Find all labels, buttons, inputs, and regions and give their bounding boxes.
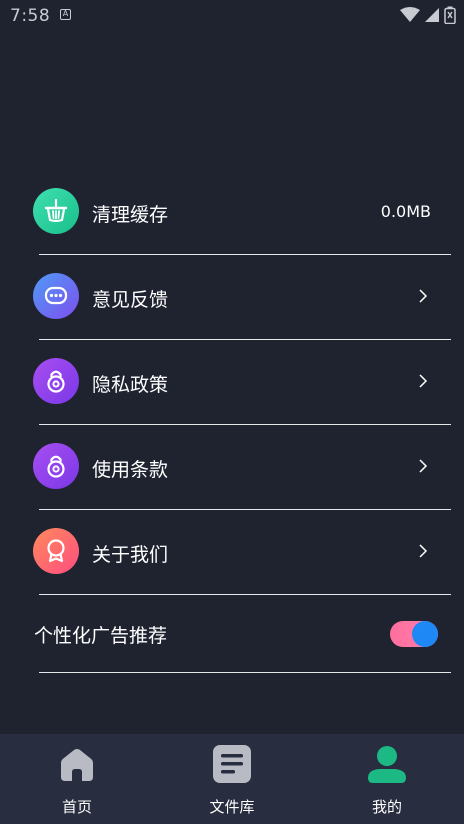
menu-item-about-us[interactable]: 关于我们 xyxy=(0,510,464,595)
screen: 7:58 A 清理缓存 0.0MB 意见反馈 隐私政策 使用条款 关于我们 个性… xyxy=(0,0,464,824)
nav-label: 我的 xyxy=(371,798,402,816)
broom-basket-icon xyxy=(33,188,79,234)
menu-item-label: 隐私政策 xyxy=(92,374,169,396)
chevron-right-icon xyxy=(419,459,428,473)
status-time: 7:58 xyxy=(10,6,51,26)
nav-label: 文件库 xyxy=(209,798,255,816)
home-icon xyxy=(61,749,93,781)
menu-item-label: 关于我们 xyxy=(92,544,169,566)
chevron-right-icon xyxy=(419,374,428,388)
chat-bubble-icon xyxy=(33,273,79,319)
toggle-thumb xyxy=(412,621,438,647)
cache-size-value: 0.0MB xyxy=(380,202,431,221)
settings-menu: 清理缓存 0.0MB 意见反馈 隐私政策 使用条款 关于我们 个性化广告推荐 xyxy=(0,170,464,673)
lock-icon xyxy=(33,358,79,404)
personalized-ads-toggle[interactable] xyxy=(390,621,438,647)
wifi-icon xyxy=(400,7,420,22)
award-ribbon-icon xyxy=(33,528,79,574)
battery-icon xyxy=(444,6,456,24)
cell-signal-icon xyxy=(425,8,439,22)
menu-item-privacy-policy[interactable]: 隐私政策 xyxy=(0,340,464,425)
lock-svg xyxy=(47,455,65,478)
notification-a-icon: A xyxy=(60,9,71,20)
chevron-right-icon xyxy=(419,289,428,303)
nav-tab-home[interactable]: 首页 xyxy=(17,734,137,824)
broom-basket-svg xyxy=(44,198,68,223)
award-ribbon-svg xyxy=(47,539,65,563)
divider xyxy=(39,671,451,673)
menu-item-feedback[interactable]: 意见反馈 xyxy=(0,255,464,340)
menu-item-clear-cache[interactable]: 清理缓存 0.0MB xyxy=(0,170,464,255)
personalized-ads-row: 个性化广告推荐 xyxy=(0,595,464,673)
lock-svg xyxy=(47,370,65,393)
menu-item-label: 意见反馈 xyxy=(92,289,169,311)
nav-tab-mine[interactable]: 我的 xyxy=(327,734,447,824)
menu-item-terms-of-use[interactable]: 使用条款 xyxy=(0,425,464,510)
status-right xyxy=(400,6,456,24)
file-list-icon xyxy=(213,745,251,783)
lock-icon xyxy=(33,443,79,489)
status-bar: 7:58 A xyxy=(0,0,464,32)
bottom-nav: 首页 文件库 我的 xyxy=(0,734,464,824)
menu-item-label: 清理缓存 xyxy=(92,204,169,226)
user-icon xyxy=(368,746,406,783)
nav-label: 首页 xyxy=(61,798,92,816)
nav-tab-file-library[interactable]: 文件库 xyxy=(172,734,292,824)
chevron-right-icon xyxy=(419,544,428,558)
chat-bubble-svg xyxy=(44,286,68,305)
personalized-ads-label: 个性化广告推荐 xyxy=(34,625,168,647)
menu-item-label: 使用条款 xyxy=(92,459,169,481)
